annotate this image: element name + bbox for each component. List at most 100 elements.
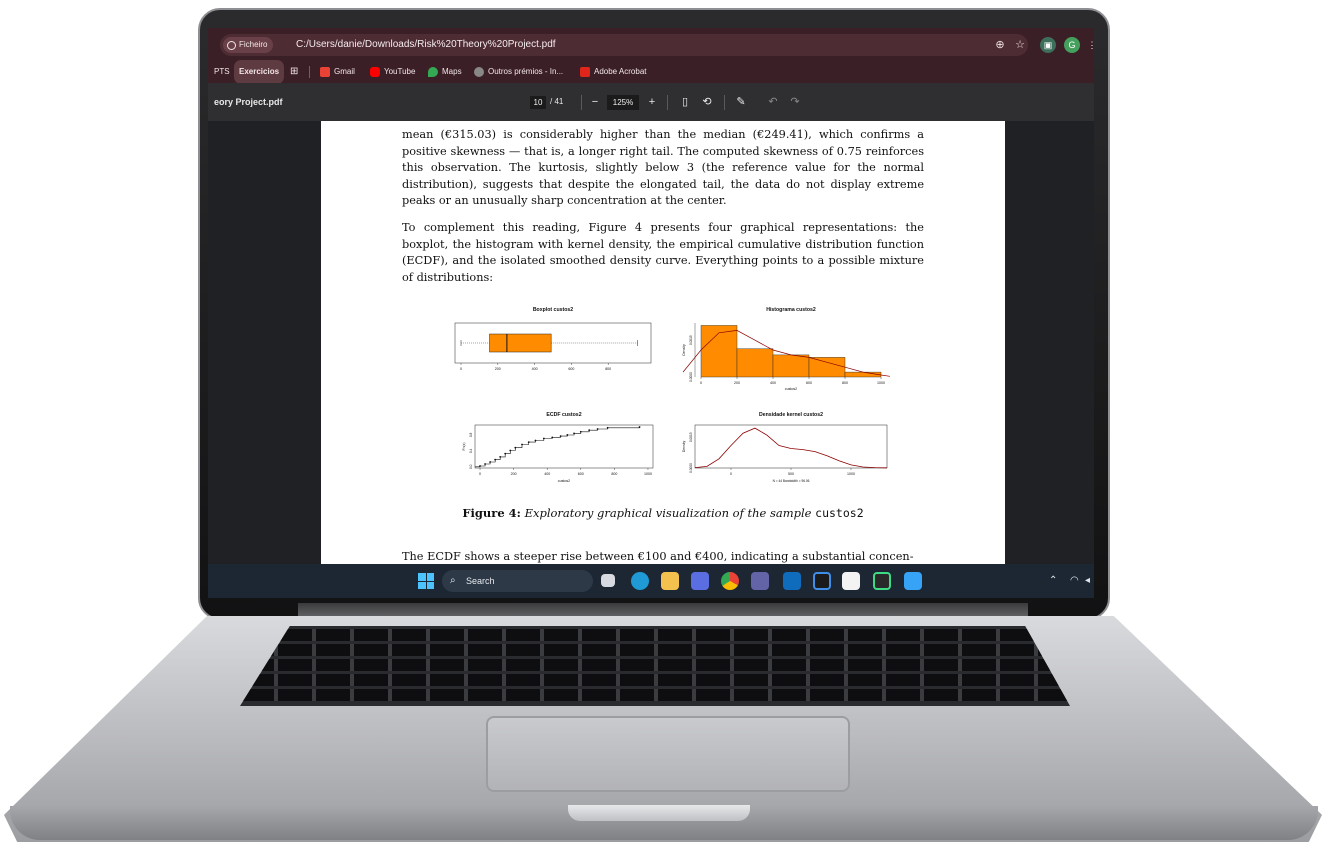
- ecdf-tick-label: 200: [511, 472, 517, 476]
- star-icon[interactable]: ☆: [1013, 38, 1027, 52]
- bookmark-adobe-acrobat[interactable]: Adobe Acrobat: [580, 61, 646, 83]
- file-explorer-icon[interactable]: [661, 572, 679, 590]
- zoom-out-button[interactable]: −: [588, 95, 602, 109]
- ecdf-tick-label: 0: [479, 472, 481, 476]
- trackpad: [486, 716, 850, 792]
- zoom-icon[interactable]: ⊕: [993, 38, 1007, 52]
- ecdf-point: [527, 441, 530, 444]
- ecdf-point: [559, 435, 562, 438]
- ecdf-point: [551, 436, 554, 439]
- figure-4: Boxplot custos2 0 200 400 600 800 Histograma c…: [441, 303, 896, 488]
- histogram-bar: [772, 354, 810, 378]
- ecdf-tick-label: 600: [578, 472, 584, 476]
- code-icon[interactable]: [813, 572, 831, 590]
- histogram-tick-label: 400: [770, 381, 776, 385]
- boxplot-tick-label: 0: [460, 367, 462, 371]
- edge-icon[interactable]: [631, 572, 649, 590]
- caption-variable: custos2: [815, 506, 864, 520]
- store-icon[interactable]: [691, 572, 709, 590]
- ecdf-point: [521, 443, 523, 446]
- ecdf-point: [484, 463, 486, 465]
- undo-icon[interactable]: ↶: [766, 95, 780, 109]
- outlook-icon[interactable]: [783, 572, 801, 590]
- bookmark-youtube[interactable]: YouTube: [370, 61, 415, 83]
- bookmark-pts[interactable]: PTS: [214, 61, 230, 83]
- bookmark-maps[interactable]: Maps: [428, 61, 462, 83]
- acrobat-icon: [580, 67, 590, 77]
- ecdf-point: [573, 432, 575, 435]
- rotate-icon[interactable]: ⟲: [700, 95, 714, 109]
- browser-titlebar: Ficheiro C:/Users/danie/Downloads/Risk%2…: [208, 28, 1094, 61]
- paragraph-skewness: mean (€315.03) is considerably higher th…: [402, 128, 924, 207]
- terminal-icon[interactable]: [873, 572, 891, 590]
- ecdf-point: [479, 465, 481, 467]
- ecdf-y-tick-label: 0.0: [469, 464, 473, 469]
- url-text[interactable]: C:/Users/danie/Downloads/Risk%20Theory%2…: [296, 34, 556, 56]
- wifi-icon[interactable]: ◠: [1070, 564, 1079, 598]
- boxplot-tick-label: 200: [495, 367, 501, 371]
- caption-text: Exploratory graphical visualization of t…: [524, 506, 812, 520]
- ecdf-point: [514, 446, 517, 449]
- bookmark-gmail[interactable]: Gmail: [320, 61, 355, 83]
- teams-icon[interactable]: [751, 572, 769, 590]
- chevron-up-icon[interactable]: ⌃: [1049, 564, 1057, 598]
- laptop-scene: Ficheiro C:/Users/danie/Downloads/Risk%2…: [0, 0, 1329, 849]
- zoom-in-button[interactable]: +: [645, 95, 659, 109]
- fit-page-icon[interactable]: ▯: [678, 95, 692, 109]
- density-tick-label: 1000: [847, 472, 855, 476]
- file-chip[interactable]: Ficheiro: [223, 37, 274, 53]
- bookmark-apps[interactable]: ⊞: [290, 61, 298, 83]
- density-tick-label: 0: [730, 472, 732, 476]
- volume-icon[interactable]: ◂: [1085, 564, 1090, 598]
- gmail-icon: [320, 67, 330, 77]
- info-icon: [227, 40, 236, 50]
- chrome-icon[interactable]: [721, 572, 739, 590]
- ecdf-point: [542, 437, 545, 440]
- ecdf-point: [588, 429, 591, 432]
- keyboard: [240, 626, 1070, 706]
- address-bar[interactable]: Ficheiro C:/Users/danie/Downloads/Risk%2…: [220, 34, 1028, 56]
- task-view-icon[interactable]: [601, 574, 615, 587]
- boxplot-box: [489, 333, 552, 353]
- ecdf-point: [638, 426, 641, 428]
- paragraph-ecdf: The ECDF shows a steeper rise between €1…: [402, 550, 914, 563]
- pdf-toolbar: eory Project.pdf 10 / 41 − 125% + ▯ ⟲ ✎ …: [208, 83, 1094, 121]
- histogram-tick-label: 600: [806, 381, 812, 385]
- azure-icon[interactable]: [904, 572, 922, 590]
- bookmark-outros-premios[interactable]: Outros prémios - In...: [474, 61, 563, 83]
- profile-icon[interactable]: G: [1064, 37, 1080, 53]
- extension-icon[interactable]: ▣: [1040, 37, 1056, 53]
- histogram-bar: [736, 348, 774, 378]
- ecdf-point: [606, 426, 609, 429]
- taskbar-search[interactable]: ⌕ Search: [442, 570, 593, 592]
- boxplot-tick-label: 600: [568, 367, 574, 371]
- ecdf-point: [596, 428, 599, 430]
- page-total: / 41: [550, 97, 564, 106]
- ecdf-point: [579, 430, 582, 433]
- density-title: Densidade kernel custos2: [759, 412, 823, 418]
- histogram-bar: [844, 371, 882, 378]
- ecdf-point: [489, 461, 492, 463]
- ecdf-point: [566, 434, 569, 436]
- ecdf-point: [504, 452, 507, 455]
- boxplot-tick-label: 800: [605, 367, 611, 371]
- draw-icon[interactable]: ✎: [734, 95, 748, 109]
- page-number-input[interactable]: 10: [530, 96, 546, 109]
- density-tick-label: 500: [788, 472, 794, 476]
- histogram-title: Histograma custos2: [766, 307, 816, 313]
- notes-icon[interactable]: [842, 572, 860, 590]
- redo-icon[interactable]: ↷: [788, 95, 802, 109]
- density-subtitle: N = 44 Bandwidth = 96.06: [773, 479, 810, 483]
- density-ylabel: Density: [682, 441, 686, 453]
- histogram-tick-label: 0: [700, 381, 702, 385]
- start-icon[interactable]: [418, 573, 434, 589]
- pdf-viewport[interactable]: mean (€315.03) is considerably higher th…: [208, 121, 1094, 564]
- screen: Ficheiro C:/Users/danie/Downloads/Risk%2…: [208, 28, 1094, 598]
- ecdf-ylabel: Fn(x): [462, 443, 466, 451]
- lid-opening-notch: [568, 805, 750, 821]
- search-icon: ⌕: [450, 575, 456, 586]
- ecdf-point: [494, 458, 497, 461]
- zoom-level-input[interactable]: 125%: [607, 95, 639, 110]
- menu-icon[interactable]: ⋮: [1084, 37, 1095, 53]
- bookmark-exercicios[interactable]: Exercicios: [234, 60, 285, 84]
